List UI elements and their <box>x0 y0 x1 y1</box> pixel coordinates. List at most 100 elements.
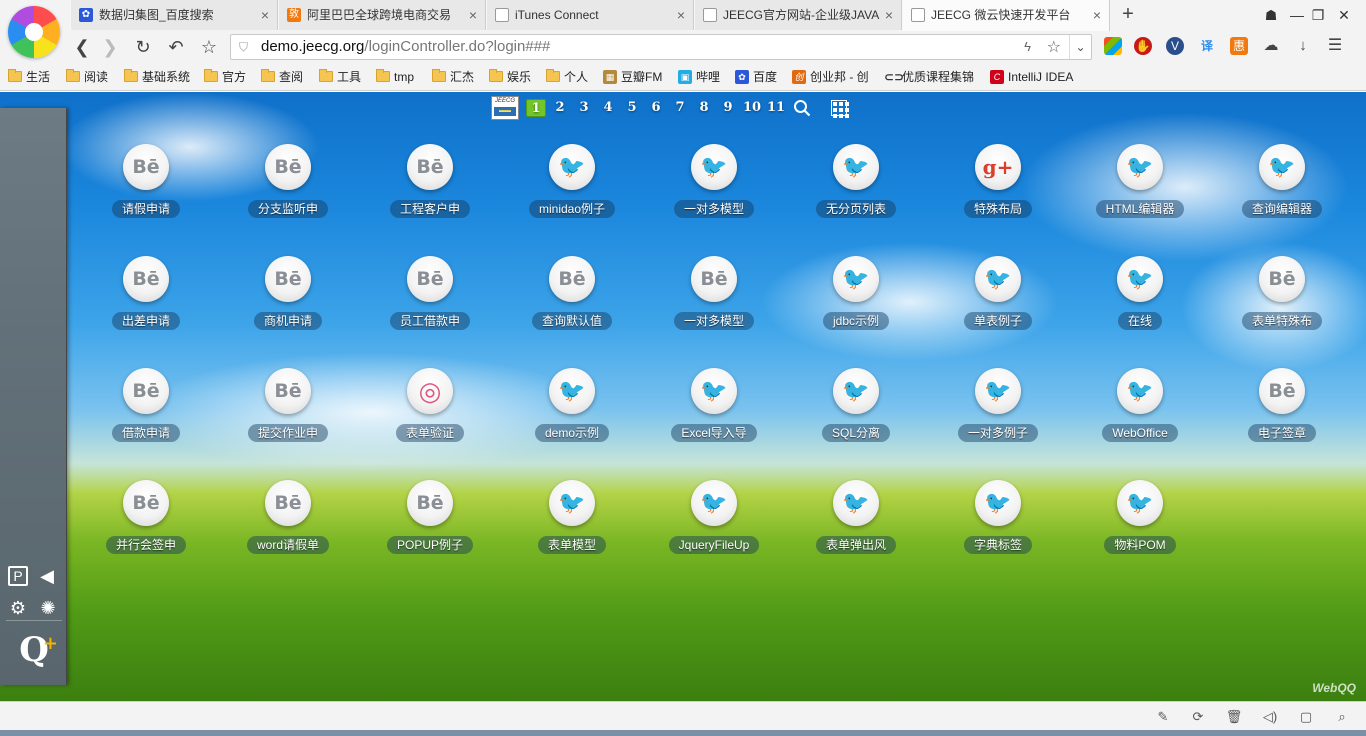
tab-jeecg-site[interactable]: JEECG官方网站-企业级JAVA × <box>694 0 902 30</box>
shopping-icon[interactable]: 惠 <box>1230 37 1248 55</box>
bookmark-folder[interactable]: 官方 <box>204 69 246 85</box>
desktop-app[interactable]: 🐦 WebOffice <box>1090 368 1190 458</box>
twitter-bird-icon[interactable]: 🐦 <box>975 368 1021 414</box>
desktop-app[interactable]: 🐦 HTML编辑器 <box>1090 144 1190 234</box>
page-11-button[interactable]: 11 <box>764 99 788 117</box>
tab-jeecg-platform[interactable]: JEECG 微云快速开发平台 × <box>902 0 1110 31</box>
bookmark-folder[interactable]: 汇杰 <box>432 69 474 85</box>
desktop-app[interactable]: Bē word请假单 <box>238 480 338 570</box>
desktop-app[interactable]: 🐦 SQL分离 <box>806 368 906 458</box>
search-icon[interactable] <box>793 99 811 117</box>
twitter-bird-icon[interactable]: 🐦 <box>1259 144 1305 190</box>
close-icon[interactable]: × <box>1093 0 1101 30</box>
behance-icon[interactable]: Bē <box>691 256 737 302</box>
tab-alibaba[interactable]: 敦 阿里巴巴全球跨境电商交易 × <box>278 0 486 30</box>
behance-icon[interactable]: Bē <box>265 256 311 302</box>
cloud-icon[interactable]: ☁ <box>1262 37 1280 55</box>
volume-icon[interactable]: ◁) <box>1261 708 1279 726</box>
desktop-app[interactable]: Bē 电子签章 <box>1232 368 1332 458</box>
behance-icon[interactable]: Bē <box>123 256 169 302</box>
bookmark-folder[interactable]: 阅读 <box>66 69 108 85</box>
bookmark-cyzone[interactable]: 创创业邦 - 创 <box>792 69 869 85</box>
desktop-app[interactable]: Bē 员工借款申 <box>380 256 480 346</box>
behance-icon[interactable]: Bē <box>265 480 311 526</box>
bookmark-star-icon[interactable]: ☆ <box>198 36 220 58</box>
bookmark-folder[interactable]: 生活 <box>8 69 50 85</box>
twitter-bird-icon[interactable]: 🐦 <box>691 480 737 526</box>
menu-icon[interactable]: ☰ <box>1326 37 1344 55</box>
translate-icon[interactable]: 译 <box>1198 37 1216 55</box>
new-tab-button[interactable]: + <box>1118 4 1138 26</box>
behance-icon[interactable]: Bē <box>407 256 453 302</box>
skin-icon[interactable]: ☗ <box>1260 5 1282 25</box>
behance-icon[interactable]: Bē <box>549 256 595 302</box>
desktop-app[interactable]: Bē 借款申请 <box>96 368 196 458</box>
page-8-button[interactable]: 8 <box>694 99 714 117</box>
page-9-button[interactable]: 9 <box>718 99 738 117</box>
close-window-button[interactable]: ✕ <box>1333 5 1355 25</box>
desktop-app[interactable]: Bē 工程客户申 <box>380 144 480 234</box>
desktop-app[interactable]: 🐦 JqueryFileUp <box>664 480 764 570</box>
desktop-app[interactable]: 🐦 minidao例子 <box>522 144 622 234</box>
desktop-app[interactable]: Bē 请假申请 <box>96 144 196 234</box>
reload-button[interactable]: ↻ <box>132 36 154 58</box>
desktop-app[interactable]: Bē 商机申请 <box>238 256 338 346</box>
desktop-app[interactable]: ◎ 表单验证 <box>380 368 480 458</box>
bookmark-folder[interactable]: 查阅 <box>261 69 303 85</box>
behance-icon[interactable]: Bē <box>407 480 453 526</box>
desktop-app[interactable]: 🐦 无分页列表 <box>806 144 906 234</box>
twitter-bird-icon[interactable]: 🐦 <box>549 368 595 414</box>
desktop-app[interactable]: 🐦 一对多例子 <box>948 368 1048 458</box>
lightning-icon[interactable]: ϟ <box>1024 39 1031 54</box>
desktop-app[interactable]: Bē 分支监听申 <box>238 144 338 234</box>
desktop-app[interactable]: 🐦 Excel导入导 <box>664 368 764 458</box>
undo-close-button[interactable]: ↶ <box>165 36 187 58</box>
behance-icon[interactable]: Bē <box>123 144 169 190</box>
desktop-app[interactable]: 🐦 表单模型 <box>522 480 622 570</box>
desktop-app[interactable]: 🐦 查询编辑器 <box>1232 144 1332 234</box>
pin-icon[interactable]: ✎ <box>1154 708 1172 726</box>
behance-icon[interactable]: Bē <box>123 480 169 526</box>
twitter-bird-icon[interactable]: 🐦 <box>691 144 737 190</box>
bookmark-baidu[interactable]: ✿ 百度 <box>735 69 777 85</box>
address-bar[interactable]: ⛉ demo.jeecg.org/loginController.do?logi… <box>230 34 1092 60</box>
twitter-bird-icon[interactable]: 🐦 <box>549 144 595 190</box>
page-5-button[interactable]: 5 <box>622 99 642 117</box>
desktop-app[interactable]: 🐦 一对多模型 <box>664 144 764 234</box>
adblock-icon[interactable]: ✋ <box>1134 37 1152 55</box>
behance-icon[interactable]: Bē <box>1259 368 1305 414</box>
bookmark-bilibili[interactable]: ▣ 哔哩 <box>678 69 720 85</box>
apps-grid-icon[interactable] <box>1104 37 1122 55</box>
twitter-bird-icon[interactable]: 🐦 <box>549 480 595 526</box>
window-icon[interactable]: ▢ <box>1297 708 1315 726</box>
twitter-bird-icon[interactable]: 🐦 <box>1117 144 1163 190</box>
bookmark-folder[interactable]: 娱乐 <box>489 69 531 85</box>
bookmark-folder[interactable]: 工具 <box>319 69 361 85</box>
tab-baidu[interactable]: ✿ 数据归集图_百度搜索 × <box>70 0 278 30</box>
desktop-app[interactable]: Bē 一对多模型 <box>664 256 764 346</box>
back-button[interactable]: ❮ <box>71 36 93 58</box>
twitter-bird-icon[interactable]: 🐦 <box>975 256 1021 302</box>
page-4-button[interactable]: 4 <box>598 99 618 117</box>
twitter-bird-icon[interactable]: 🐦 <box>833 256 879 302</box>
desktop-app[interactable]: 🐦 表单弹出风 <box>806 480 906 570</box>
twitter-bird-icon[interactable]: 🐦 <box>833 144 879 190</box>
gear-icon[interactable]: ⚙ <box>7 597 29 619</box>
qq-plus-icon[interactable]: Q + <box>14 630 58 670</box>
twitter-bird-icon[interactable]: 🐦 <box>691 368 737 414</box>
bookmark-folder[interactable]: 个人 <box>546 69 588 85</box>
bookmark-folder[interactable]: 基础系统 <box>124 69 190 85</box>
page-6-button[interactable]: 6 <box>646 99 666 117</box>
dribbble-icon[interactable]: ◎ <box>407 368 453 414</box>
maximize-button[interactable]: ❐ <box>1307 5 1329 25</box>
google-plus-icon[interactable]: g+ <box>975 144 1021 190</box>
bookmark-folder[interactable]: tmp <box>376 69 414 85</box>
desktop-app[interactable]: Bē POPUP例子 <box>380 480 480 570</box>
bookmark-intellij[interactable]: C IntelliJ IDEA <box>990 69 1073 85</box>
minimize-button[interactable]: — <box>1286 5 1308 25</box>
behance-icon[interactable]: Bē <box>265 144 311 190</box>
bookmark-courses[interactable]: ⊂⊃ 优质课程集锦 <box>884 69 974 85</box>
twitter-bird-icon[interactable]: 🐦 <box>975 480 1021 526</box>
desktop-app[interactable]: 🐦 字典标签 <box>948 480 1048 570</box>
vpn-icon[interactable]: V <box>1166 37 1184 55</box>
